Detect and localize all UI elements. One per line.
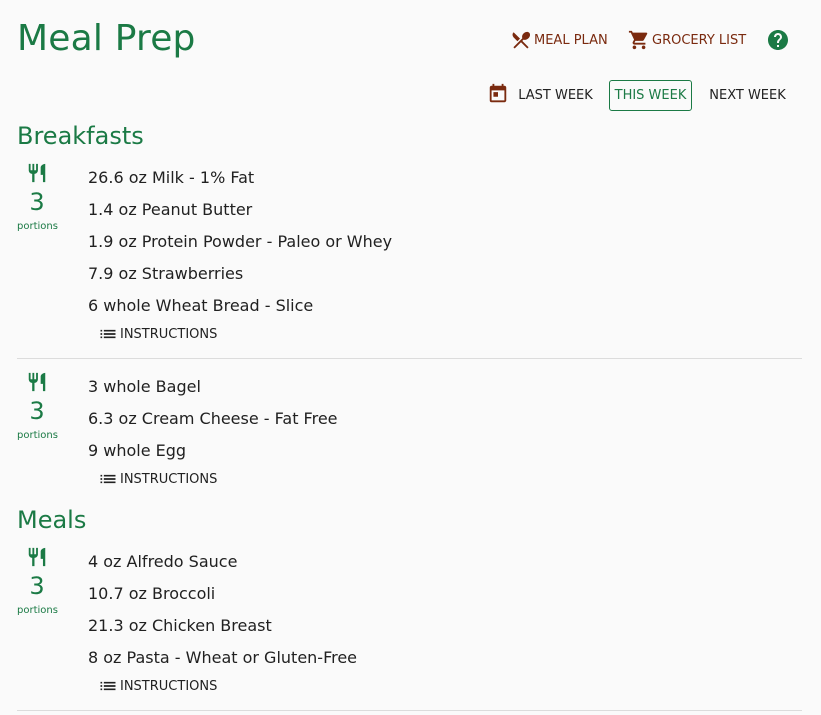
list-icon bbox=[100, 474, 116, 484]
list-icon bbox=[100, 329, 116, 339]
ingredient-item: 6 whole Wheat Bread - Slice bbox=[88, 296, 314, 315]
ingredient-item: 3 whole Bagel bbox=[88, 377, 201, 396]
next-week-button[interactable]: NEXT WEEK bbox=[703, 80, 792, 111]
ingredient-item: 26.6 oz Milk - 1% Fat bbox=[88, 168, 255, 187]
portion-label: portions bbox=[17, 221, 58, 232]
app-root: Meal Prep MEAL PLAN GROCERY LIST LAST WE… bbox=[0, 0, 821, 715]
card-divider bbox=[17, 358, 802, 359]
ingredient-item: 8 oz Pasta - Wheat or Gluten-Free bbox=[88, 648, 358, 667]
page-title: Meal Prep bbox=[17, 18, 196, 59]
fork-knife-icon bbox=[28, 547, 46, 567]
portion-count: 3 bbox=[29, 188, 45, 216]
instructions-label: INSTRUCTIONS bbox=[120, 326, 218, 342]
grocery-list-button[interactable]: GROCERY LIST bbox=[628, 27, 746, 53]
calendar-icon[interactable] bbox=[487, 83, 509, 105]
section-title-breakfasts: Breakfasts bbox=[17, 122, 144, 150]
meal-card: 3 portions 3 whole Bagel 6.3 oz Cream Ch… bbox=[17, 371, 802, 496]
portion-badge: 3 portions bbox=[17, 371, 58, 443]
ingredient-item: 10.7 oz Broccoli bbox=[88, 584, 216, 603]
ingredient-item: 6.3 oz Cream Cheese - Fat Free bbox=[88, 409, 338, 428]
portion-label: portions bbox=[17, 605, 58, 616]
ingredient-item: 9 whole Egg bbox=[88, 441, 187, 460]
meal-card: 3 portions 4 oz Alfredo Sauce 10.7 oz Br… bbox=[17, 546, 802, 702]
last-week-button[interactable]: LAST WEEK bbox=[512, 80, 599, 111]
cart-icon bbox=[628, 30, 648, 50]
help-button[interactable] bbox=[766, 27, 790, 53]
portion-badge: 3 portions bbox=[17, 546, 58, 618]
week-navigation: LAST WEEK THIS WEEK NEXT WEEK bbox=[0, 78, 821, 112]
help-circle-icon bbox=[768, 30, 788, 50]
instructions-label: INSTRUCTIONS bbox=[120, 678, 218, 694]
ingredient-item: 21.3 oz Chicken Breast bbox=[88, 616, 272, 635]
ingredient-list: 3 whole Bagel 6.3 oz Cream Cheese - Fat … bbox=[88, 371, 338, 491]
portion-count: 3 bbox=[29, 397, 45, 425]
meal-plan-label: MEAL PLAN bbox=[534, 32, 608, 48]
portion-count: 3 bbox=[29, 572, 45, 600]
fork-knife-icon bbox=[28, 372, 46, 392]
fork-knife-crossed-icon bbox=[512, 31, 531, 49]
ingredient-item: 1.4 oz Peanut Butter bbox=[88, 200, 253, 219]
portion-label: portions bbox=[17, 430, 58, 441]
ingredient-list: 4 oz Alfredo Sauce 10.7 oz Broccoli 21.3… bbox=[88, 546, 357, 698]
instructions-button[interactable]: INSTRUCTIONS bbox=[98, 674, 357, 698]
fork-knife-icon bbox=[28, 163, 46, 183]
list-icon bbox=[100, 681, 116, 691]
section-title-meals: Meals bbox=[17, 506, 87, 534]
ingredient-item: 7.9 oz Strawberries bbox=[88, 264, 244, 283]
meal-card: 3 portions 26.6 oz Milk - 1% Fat 1.4 oz … bbox=[17, 162, 802, 352]
ingredient-item: 1.9 oz Protein Powder - Paleo or Whey bbox=[88, 232, 393, 251]
meal-plan-button[interactable]: MEAL PLAN bbox=[510, 27, 608, 53]
instructions-button[interactable]: INSTRUCTIONS bbox=[98, 467, 338, 491]
ingredient-list: 26.6 oz Milk - 1% Fat 1.4 oz Peanut Butt… bbox=[88, 162, 392, 346]
this-week-button[interactable]: THIS WEEK bbox=[609, 80, 692, 111]
grocery-list-label: GROCERY LIST bbox=[652, 32, 747, 48]
instructions-label: INSTRUCTIONS bbox=[120, 471, 218, 487]
instructions-button[interactable]: INSTRUCTIONS bbox=[98, 322, 392, 346]
ingredient-item: 4 oz Alfredo Sauce bbox=[88, 552, 238, 571]
portion-badge: 3 portions bbox=[17, 162, 58, 234]
card-divider bbox=[17, 710, 802, 711]
